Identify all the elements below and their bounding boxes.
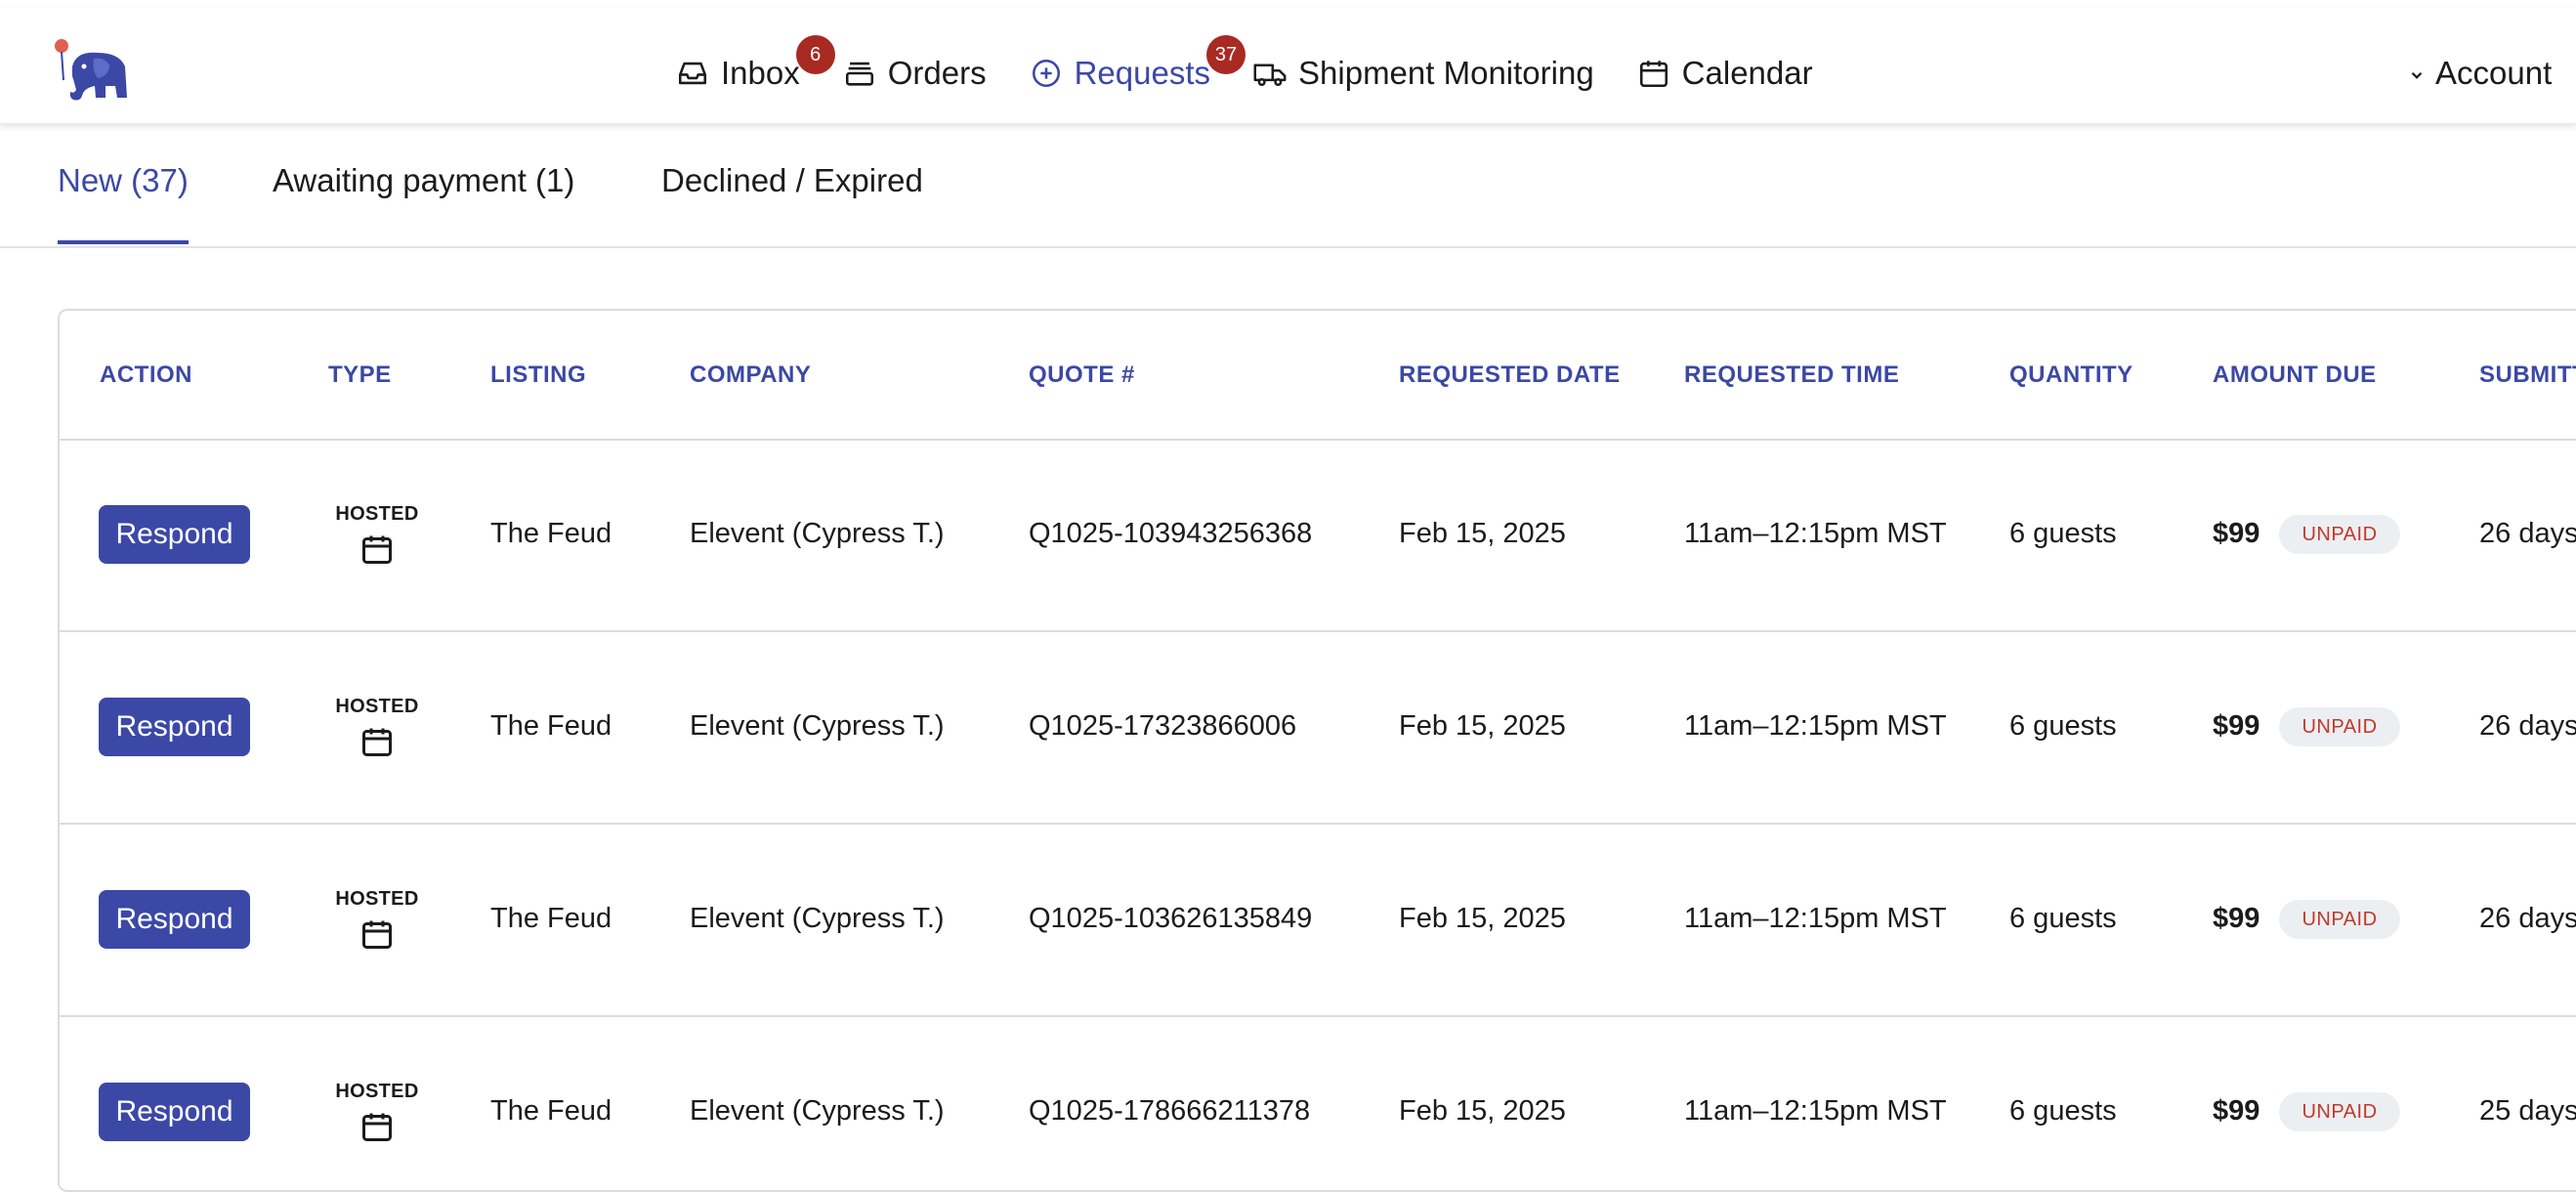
quantity-cell: 6 guests [2009, 518, 2117, 549]
column-header-submitted[interactable]: SUBMITT [2479, 362, 2576, 389]
column-header-action[interactable]: ACTION [100, 362, 192, 389]
requested-date-cell: Feb 15, 2025 [1399, 1095, 1566, 1127]
app-header: Inbox 6 Orders Requests 37 Shipment Moni… [0, 8, 2576, 124]
company-cell: Elevent (Cypress T.) [690, 518, 945, 549]
account-label: Account [2435, 55, 2553, 91]
nav-item-label: Requests [1074, 55, 1211, 91]
requested-date-cell: Feb 15, 2025 [1399, 518, 1566, 549]
nav-item-label: Shipment Monitoring [1298, 55, 1594, 91]
amount-cell: $99 [2213, 518, 2260, 549]
quote-cell: Q1025-178666211378 [1029, 1095, 1311, 1127]
type-label: HOSTED [335, 696, 419, 717]
nav-item-label: Calendar [1681, 55, 1813, 91]
requested-time-cell: 11am–12:15pm MST [1684, 1095, 1947, 1127]
tab-declined-expired[interactable]: Declined / Expired [661, 162, 923, 244]
quantity-cell: 6 guests [2009, 1095, 2117, 1127]
respond-button[interactable]: Respond [99, 698, 250, 756]
column-header-amount-due[interactable]: AMOUNT DUE [2213, 362, 2377, 389]
chevron-down-icon [2408, 55, 2426, 92]
submitted-cell: 25 days [2479, 1095, 2576, 1127]
table-row: Respond HOSTED The Feud Elevent (Cypress… [60, 631, 2576, 825]
requested-time-cell: 11am–12:15pm MST [1684, 518, 1947, 549]
column-header-type[interactable]: TYPE [328, 362, 392, 389]
requested-date-cell: Feb 15, 2025 [1399, 710, 1566, 742]
elephant-logo-icon[interactable] [55, 37, 133, 106]
type-cell: HOSTED [328, 503, 426, 567]
company-cell: Elevent (Cypress T.) [690, 1095, 945, 1127]
listing-cell: The Feud [490, 518, 612, 549]
submitted-cell: 26 days [2479, 903, 2576, 934]
calendar-icon [1635, 55, 1672, 92]
requested-time-cell: 11am–12:15pm MST [1684, 710, 1947, 742]
table-row: Respond HOSTED The Feud Elevent (Cypress… [60, 439, 2576, 632]
tab-new[interactable]: New (37) [58, 162, 189, 244]
status-badge: UNPAID [2279, 515, 2400, 554]
requests-table: ACTION TYPE LISTING COMPANY QUOTE # REQU… [58, 309, 2576, 1192]
quote-cell: Q1025-103626135849 [1029, 903, 1313, 934]
company-cell: Elevent (Cypress T.) [690, 903, 945, 934]
quote-cell: Q1025-17323866006 [1029, 710, 1297, 742]
requested-date-cell: Feb 15, 2025 [1399, 903, 1566, 934]
amount-cell: $99 [2213, 710, 2260, 742]
quantity-cell: 6 guests [2009, 710, 2117, 742]
calendar-icon [362, 728, 392, 756]
request-tabs: New (37) Awaiting payment (1) Declined /… [0, 123, 2576, 248]
inbox-count-badge: 6 [795, 35, 835, 74]
respond-button[interactable]: Respond [99, 890, 250, 949]
submitted-cell: 26 days [2479, 710, 2576, 742]
calendar-icon [362, 1113, 392, 1141]
main-nav: Inbox 6 Orders Requests 37 Shipment Moni… [674, 35, 1854, 107]
orders-icon [841, 55, 878, 92]
column-header-requested-time[interactable]: REQUESTED TIME [1684, 362, 1899, 389]
table-header: ACTION TYPE LISTING COMPANY QUOTE # REQU… [60, 311, 2576, 441]
type-label: HOSTED [335, 888, 419, 910]
listing-cell: The Feud [490, 710, 612, 742]
status-badge: UNPAID [2279, 900, 2400, 939]
type-cell: HOSTED [328, 888, 426, 952]
nav-item-shipment-monitoring[interactable]: Shipment Monitoring [1251, 55, 1594, 92]
nav-item-requests[interactable]: Requests 37 [1028, 35, 1246, 92]
submitted-cell: 26 days [2479, 518, 2576, 549]
calendar-icon [362, 535, 392, 564]
nav-item-inbox[interactable]: Inbox 6 [674, 35, 835, 92]
column-header-quote[interactable]: QUOTE # [1029, 362, 1135, 389]
tab-awaiting-payment[interactable]: Awaiting payment (1) [273, 162, 574, 244]
type-cell: HOSTED [328, 1081, 426, 1144]
type-cell: HOSTED [328, 696, 426, 759]
type-label: HOSTED [335, 1081, 419, 1102]
listing-cell: The Feud [490, 1095, 612, 1127]
amount-cell: $99 [2213, 903, 2260, 934]
listing-cell: The Feud [490, 903, 612, 934]
status-badge: UNPAID [2279, 1092, 2400, 1131]
company-cell: Elevent (Cypress T.) [690, 710, 945, 742]
column-header-company[interactable]: COMPANY [690, 362, 811, 389]
nav-item-calendar[interactable]: Calendar [1635, 55, 1813, 92]
table-row: Respond HOSTED The Feud Elevent (Cypress… [60, 824, 2576, 1017]
column-header-quantity[interactable]: QUANTITY [2009, 362, 2133, 389]
inbox-icon [674, 55, 711, 92]
quote-cell: Q1025-103943256368 [1029, 518, 1313, 549]
respond-button[interactable]: Respond [99, 505, 250, 564]
column-header-listing[interactable]: LISTING [490, 362, 586, 389]
account-menu[interactable]: Account [2408, 39, 2552, 107]
nav-item-label: Inbox [721, 55, 800, 91]
nav-item-label: Orders [887, 55, 987, 91]
table-row: Respond HOSTED The Feud Elevent (Cypress… [60, 1016, 2576, 1190]
plus-circle-icon [1028, 55, 1065, 92]
nav-item-orders[interactable]: Orders [841, 55, 987, 92]
requested-time-cell: 11am–12:15pm MST [1684, 903, 1947, 934]
respond-button[interactable]: Respond [99, 1083, 250, 1141]
quantity-cell: 6 guests [2009, 903, 2117, 934]
status-badge: UNPAID [2279, 707, 2400, 746]
amount-cell: $99 [2213, 1095, 2260, 1127]
type-label: HOSTED [335, 503, 419, 525]
truck-icon [1251, 55, 1288, 92]
calendar-icon [362, 920, 392, 949]
column-header-requested-date[interactable]: REQUESTED DATE [1399, 362, 1621, 389]
requests-count-badge: 37 [1206, 35, 1246, 74]
